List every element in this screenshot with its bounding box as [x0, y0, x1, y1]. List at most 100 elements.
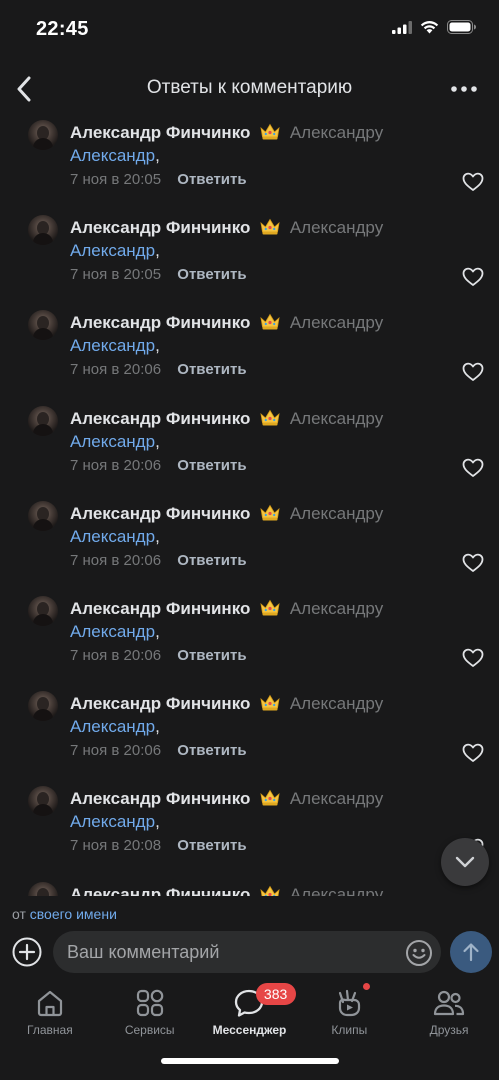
crown-icon — [260, 599, 280, 616]
tab-clips[interactable]: Клипы — [299, 980, 399, 1040]
avatar[interactable] — [28, 500, 58, 531]
cellular-signal-icon — [392, 20, 412, 34]
reply-button[interactable]: Ответить — [177, 742, 246, 759]
comment-text-suffix: , — [155, 336, 160, 356]
author-name[interactable]: Александр Финчинко — [70, 218, 250, 237]
comment-item: Александр Финчинко Александру Александр,… — [0, 491, 499, 586]
comment-meta: 7 ноя в 20:05 Ответить — [70, 266, 247, 283]
reply-button[interactable]: Ответить — [177, 552, 246, 569]
comment-header: Александр Финчинко Александру — [70, 598, 383, 619]
comment-date: 7 ноя в 20:05 — [70, 171, 162, 188]
page-title: Ответы к комментарию — [146, 77, 353, 98]
like-heart-icon[interactable] — [462, 172, 484, 192]
mention-link[interactable]: Александр — [70, 241, 155, 260]
comment-text: Александр, — [70, 241, 160, 261]
comment-date: 7 ноя в 20:06 — [70, 742, 162, 760]
reply-button[interactable]: Ответить — [177, 171, 246, 188]
bottom-tab-bar: Главная Сервисы 383 Мессенджер Клипы Дру… — [0, 980, 499, 1040]
comment-header: Александр Финчинко Александру — [70, 312, 383, 333]
emoji-icon[interactable] — [405, 939, 433, 967]
like-heart-icon[interactable] — [462, 267, 484, 287]
avatar[interactable] — [28, 881, 58, 896]
comment-meta: 7 ноя в 20:06 Ответить — [70, 457, 247, 474]
reply-to-name[interactable]: Александру — [290, 885, 383, 896]
scroll-down-button[interactable] — [441, 838, 489, 886]
reply-to-name[interactable]: Александру — [290, 504, 383, 523]
reply-to-name[interactable]: Александру — [290, 218, 383, 237]
author-name[interactable]: Александр Финчинко — [70, 694, 250, 713]
comment-item: Александр Финчинко Александру Александр,… — [0, 681, 499, 776]
avatar[interactable] — [28, 786, 58, 817]
author-name[interactable]: Александр Финчинко — [70, 885, 250, 896]
reply-to-name[interactable]: Александру — [290, 409, 383, 428]
tab-clips-label: Клипы — [331, 1023, 368, 1037]
wifi-icon — [420, 21, 439, 34]
more-button[interactable] — [447, 74, 481, 104]
crown-icon — [260, 123, 280, 140]
author-name[interactable]: Александр Финчинко — [70, 123, 250, 142]
avatar[interactable] — [28, 310, 58, 341]
mention-link[interactable]: Александр — [70, 336, 155, 355]
tab-friends[interactable]: Друзья — [399, 980, 499, 1040]
comment-meta: 7 ноя в 20:06 Ответить — [70, 742, 247, 759]
avatar[interactable] — [28, 120, 58, 150]
avatar[interactable] — [28, 691, 58, 722]
like-heart-icon[interactable] — [462, 743, 484, 763]
comment-header: Александр Финчинко Александру — [70, 408, 383, 429]
reply-button[interactable]: Ответить — [177, 457, 246, 474]
mention-link[interactable]: Александр — [70, 527, 155, 546]
reply-to-name[interactable]: Александру — [290, 123, 383, 142]
author-name[interactable]: Александр Финчинко — [70, 789, 250, 808]
avatar[interactable] — [28, 215, 58, 246]
author-name[interactable]: Александр Финчинко — [70, 313, 250, 332]
reply-button[interactable]: Ответить — [177, 837, 246, 854]
comment-date: 7 ноя в 20:05 — [70, 266, 162, 284]
tab-services[interactable]: Сервисы — [100, 980, 200, 1040]
crown-icon — [260, 314, 280, 330]
reply-to-name[interactable]: Александру — [290, 694, 383, 713]
reply-button[interactable]: Ответить — [177, 647, 246, 664]
mention-link[interactable]: Александр — [70, 812, 155, 831]
post-as-link[interactable]: своего имени — [30, 906, 117, 922]
mention-link[interactable]: Александр — [70, 146, 155, 165]
crown-icon — [260, 218, 280, 235]
replies-list[interactable]: Александр Финчинко Александру Александр,… — [0, 110, 499, 896]
more-dots-icon — [451, 86, 477, 92]
home-icon — [34, 988, 66, 1018]
comment-text: Александр, — [70, 812, 160, 832]
comment-text: Александр, — [70, 336, 160, 356]
status-icons — [392, 20, 477, 34]
comment-item: Александр Финчинко Александру Александр,… — [0, 776, 499, 871]
mention-link[interactable]: Александр — [70, 432, 155, 451]
like-heart-icon[interactable] — [462, 362, 484, 382]
author-name[interactable]: Александр Финчинко — [70, 504, 250, 523]
like-heart-icon[interactable] — [462, 648, 484, 668]
reply-to-name[interactable]: Александру — [290, 599, 383, 618]
avatar[interactable] — [28, 405, 58, 436]
avatar[interactable] — [28, 596, 58, 626]
comment-date: 7 ноя в 20:06 — [70, 551, 162, 569]
unread-badge: 383 — [255, 983, 296, 1005]
like-heart-icon[interactable] — [462, 553, 484, 573]
author-name[interactable]: Александр Финчинко — [70, 599, 250, 618]
reply-to-name[interactable]: Александру — [290, 313, 383, 332]
tab-home[interactable]: Главная — [0, 980, 100, 1040]
reply-button[interactable]: Ответить — [177, 266, 246, 283]
add-attachment-icon[interactable] — [12, 937, 42, 967]
comment-text: Александр, — [70, 432, 160, 452]
crown-icon — [260, 885, 280, 896]
author-name[interactable]: Александр Финчинко — [70, 409, 250, 428]
mention-link[interactable]: Александр — [70, 622, 155, 641]
send-button[interactable] — [450, 931, 492, 973]
comment-text-suffix: , — [155, 622, 160, 641]
comment-date: 7 ноя в 20:08 — [70, 837, 162, 855]
crown-icon — [260, 694, 280, 711]
home-indicator — [161, 1058, 339, 1064]
chevron-down-icon — [455, 856, 475, 868]
reply-to-name[interactable]: Александру — [290, 789, 383, 808]
tab-messenger[interactable]: 383 Мессенджер — [200, 980, 300, 1040]
like-heart-icon[interactable] — [462, 458, 484, 478]
mention-link[interactable]: Александр — [70, 717, 155, 736]
comment-input[interactable] — [67, 931, 387, 973]
reply-button[interactable]: Ответить — [177, 361, 246, 378]
